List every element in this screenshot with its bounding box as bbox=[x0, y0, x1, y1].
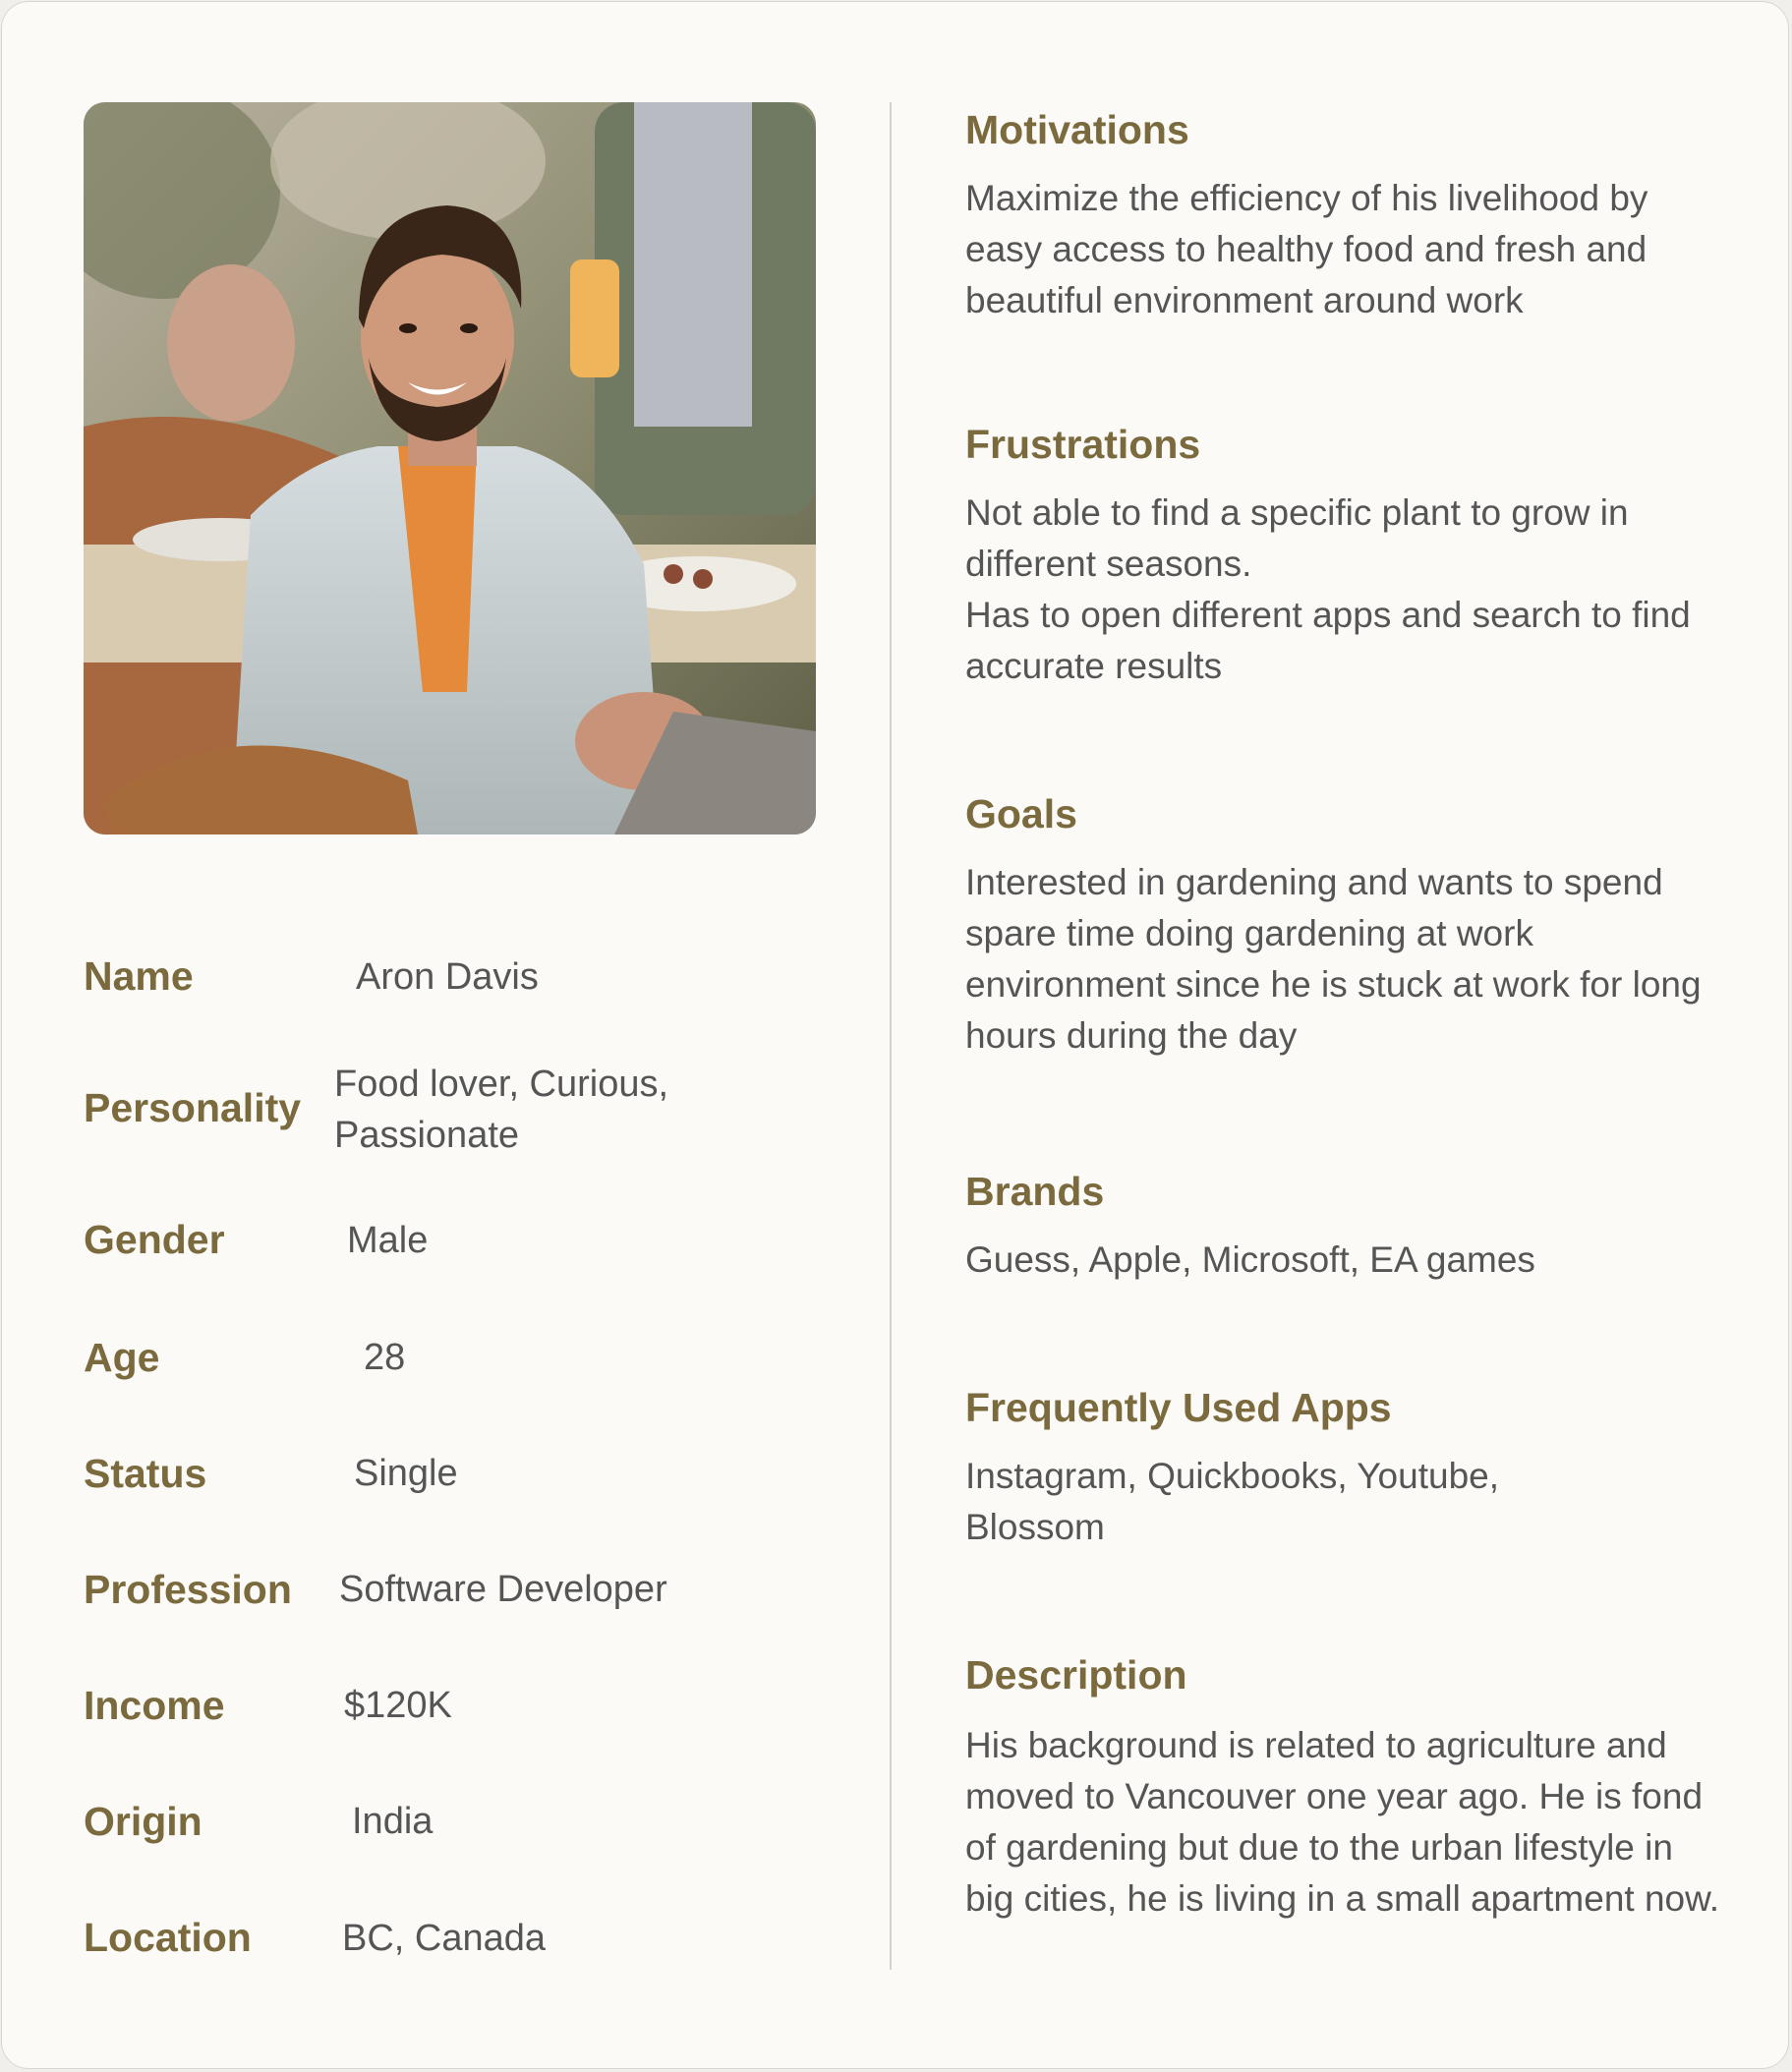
section-heading-goals: Goals bbox=[965, 791, 1077, 836]
attr-label-location: Location bbox=[84, 1915, 252, 1960]
section-text: His background is related to agriculture… bbox=[965, 1725, 1720, 1919]
section-heading-frustrations: Frustrations bbox=[965, 422, 1201, 467]
attr-label-origin: Origin bbox=[84, 1799, 202, 1844]
section-text: Not able to find a specific plant to gro… bbox=[965, 492, 1629, 584]
attr-value-personality: Food lover, Curious, Passionate bbox=[334, 1064, 669, 1156]
attr-value-name: Aron Davis bbox=[356, 956, 539, 998]
profile-photo-illustration bbox=[84, 102, 816, 835]
attr-label-personality: Personality bbox=[84, 1085, 302, 1130]
attr-label-gender: Gender bbox=[84, 1217, 225, 1262]
section-body-motivations: Maximize the efficiency of his livelihoo… bbox=[965, 173, 1722, 326]
section-text: Has to open different apps and search to… bbox=[965, 595, 1691, 686]
section-body-goals: Interested in gardening and wants to spe… bbox=[965, 857, 1722, 1062]
section-text: Instagram, Quickbooks, Youtube, Blossom bbox=[965, 1456, 1500, 1547]
section-body-description: His background is related to agriculture… bbox=[965, 1720, 1722, 1925]
attr-value-income: $120K bbox=[344, 1685, 452, 1726]
attr-value-gender: Male bbox=[347, 1220, 429, 1261]
attr-value-profession: Software Developer bbox=[339, 1569, 667, 1610]
persona-card: Name Aron Davis Personality Food lover, … bbox=[1, 1, 1789, 2069]
attr-label-age: Age bbox=[84, 1335, 160, 1380]
attr-label-profession: Profession bbox=[84, 1567, 292, 1612]
attr-value-location: BC, Canada bbox=[342, 1918, 547, 1959]
section-text: Guess, Apple, Microsoft, EA games bbox=[965, 1239, 1535, 1280]
section-heading-apps: Frequently Used Apps bbox=[965, 1385, 1392, 1430]
attr-value-age: 28 bbox=[364, 1337, 406, 1378]
attr-label-income: Income bbox=[84, 1683, 225, 1728]
section-body-brands: Guess, Apple, Microsoft, EA games bbox=[965, 1235, 1722, 1286]
column-divider bbox=[890, 102, 892, 1970]
section-heading-brands: Brands bbox=[965, 1169, 1105, 1214]
section-heading-motivations: Motivations bbox=[965, 107, 1189, 152]
section-body-frustrations: Not able to find a specific plant to gro… bbox=[965, 488, 1722, 692]
section-body-apps: Instagram, Quickbooks, Youtube, Blossom bbox=[965, 1451, 1594, 1553]
profile-photo bbox=[84, 102, 816, 835]
attr-label-name: Name bbox=[84, 953, 194, 999]
section-text: Interested in gardening and wants to spe… bbox=[965, 862, 1702, 1056]
attr-label-status: Status bbox=[84, 1451, 207, 1496]
attr-value-status: Single bbox=[354, 1453, 458, 1494]
section-heading-description: Description bbox=[965, 1652, 1187, 1698]
section-text: Maximize the efficiency of his livelihoo… bbox=[965, 178, 1648, 320]
attr-value-origin: India bbox=[352, 1801, 434, 1842]
